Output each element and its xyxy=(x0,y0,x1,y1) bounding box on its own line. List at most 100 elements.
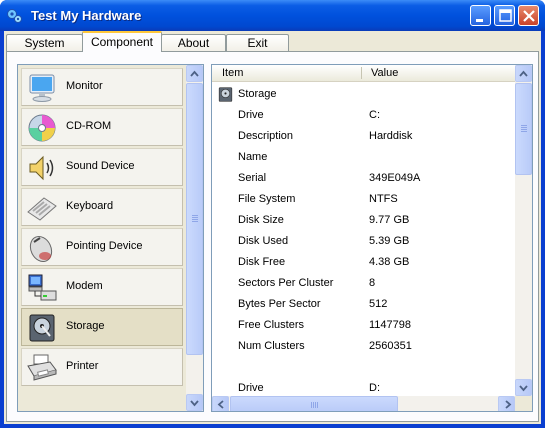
cdrom-icon xyxy=(28,114,56,142)
table-row[interactable] xyxy=(212,357,515,378)
app-gears-icon xyxy=(7,9,22,23)
category-label: Printer xyxy=(66,360,99,372)
window-title: Test My Hardware xyxy=(31,8,142,23)
value-cell: 5.39 GB xyxy=(369,235,410,247)
scroll-thumb[interactable] xyxy=(186,83,203,355)
maximize-icon xyxy=(499,9,512,22)
scroll-down-button[interactable] xyxy=(515,379,532,396)
horizontal-scroll-thumb[interactable] xyxy=(230,396,398,411)
table-row[interactable]: Drive C: xyxy=(212,105,515,126)
group-label: Storage xyxy=(238,88,277,100)
scroll-left-button[interactable] xyxy=(212,396,229,411)
table-row[interactable]: Num Clusters 2560351 xyxy=(212,336,515,357)
item-cell: Disk Size xyxy=(238,214,284,226)
category-item-printer[interactable]: Printer xyxy=(21,348,183,386)
column-header-item[interactable]: Item xyxy=(222,67,243,79)
title-bar[interactable]: Test My Hardware xyxy=(0,0,545,31)
item-cell: Free Clusters xyxy=(238,319,305,331)
chevron-right-icon xyxy=(505,400,512,409)
item-cell: Name xyxy=(238,151,268,163)
chevron-up-icon xyxy=(190,70,199,77)
tab-about[interactable]: About xyxy=(161,34,226,52)
value-cell: D: xyxy=(369,382,380,394)
category-label: Sound Device xyxy=(66,160,135,172)
tab-component[interactable]: Component xyxy=(82,31,162,52)
category-label: Keyboard xyxy=(66,200,114,212)
value-cell: 349E049A xyxy=(369,172,421,184)
chevron-left-icon xyxy=(217,400,224,409)
category-item-cd-rom[interactable]: CD-ROM xyxy=(21,108,183,146)
table-row[interactable]: Disk Used 5.39 GB xyxy=(212,231,515,252)
tab-exit[interactable]: Exit xyxy=(226,34,289,52)
value-cell: 9.77 GB xyxy=(369,214,410,226)
tab-label: System xyxy=(24,36,65,50)
item-cell: Sectors Per Cluster xyxy=(238,277,334,289)
modem-icon xyxy=(28,274,57,301)
tab-system[interactable]: System xyxy=(6,34,83,52)
item-cell: Serial xyxy=(238,172,267,184)
value-cell: 8 xyxy=(369,277,376,289)
tab-label: About xyxy=(177,36,210,50)
group-row[interactable]: Storage xyxy=(212,84,515,105)
keyboard-icon xyxy=(27,197,57,221)
tab-strip: System Component About Exit xyxy=(4,31,541,52)
close-button[interactable] xyxy=(518,5,539,26)
item-cell: Bytes Per Sector xyxy=(238,298,321,310)
listview-header: Item Value xyxy=(212,65,515,82)
table-row[interactable]: Name xyxy=(212,147,515,168)
item-cell: Drive xyxy=(238,382,264,394)
table-row[interactable]: Disk Size 9.77 GB xyxy=(212,210,515,231)
value-cell: C: xyxy=(369,109,380,121)
monitor-icon xyxy=(29,74,55,102)
scroll-up-button[interactable] xyxy=(515,65,532,82)
table-row[interactable]: Description Harddisk xyxy=(212,126,515,147)
value-cell: 2560351 xyxy=(369,340,412,352)
speaker-icon xyxy=(29,155,54,181)
category-item-modem[interactable]: Modem xyxy=(21,268,183,306)
item-cell: File System xyxy=(238,193,296,205)
chevron-down-icon xyxy=(519,385,528,392)
hard-disk-icon xyxy=(29,314,55,342)
scroll-up-button[interactable] xyxy=(186,65,203,82)
minimize-icon xyxy=(476,19,483,22)
item-cell: Drive xyxy=(238,109,264,121)
table-row[interactable]: Disk Free 4.38 GB xyxy=(212,252,515,273)
category-label: Storage xyxy=(66,320,105,332)
category-label: Monitor xyxy=(66,80,103,92)
category-item-sound-device[interactable]: Sound Device xyxy=(21,148,183,186)
table-row[interactable]: File System NTFS xyxy=(212,189,515,210)
printer-icon xyxy=(27,354,57,381)
category-item-storage[interactable]: Storage xyxy=(21,308,183,346)
tab-label: Exit xyxy=(247,36,268,50)
column-header-value[interactable]: Value xyxy=(371,67,398,79)
details-vertical-scrollbar[interactable] xyxy=(515,65,532,396)
chevron-down-icon xyxy=(190,400,199,407)
tab-label: Component xyxy=(90,35,154,49)
value-cell: NTFS xyxy=(369,193,398,205)
category-item-keyboard[interactable]: Keyboard xyxy=(21,188,183,226)
table-row[interactable]: Bytes Per Sector 512 xyxy=(212,294,515,315)
category-list: Monitor CD-ROM Sound Device Keyboard Poi… xyxy=(17,64,204,412)
item-cell: Description xyxy=(238,130,294,142)
category-item-monitor[interactable]: Monitor xyxy=(21,68,183,106)
table-row[interactable]: Free Clusters 1147798 xyxy=(212,315,515,336)
table-row[interactable]: Sectors Per Cluster 8 xyxy=(212,273,515,294)
scroll-thumb[interactable] xyxy=(515,83,532,175)
client-area: System Component About Exit Monitor CD-R… xyxy=(4,31,541,424)
table-row[interactable]: Serial 349E049A xyxy=(212,168,515,189)
column-divider[interactable] xyxy=(361,67,362,79)
app-window: Test My Hardware System Component About … xyxy=(0,0,545,428)
details-horizontal-scrollbar[interactable] xyxy=(212,396,515,411)
minimize-button[interactable] xyxy=(470,5,491,26)
scroll-down-button[interactable] xyxy=(186,394,203,411)
hard-disk-icon xyxy=(218,87,233,102)
scroll-right-button[interactable] xyxy=(498,396,515,411)
item-cell: Num Clusters xyxy=(238,340,305,352)
maximize-button[interactable] xyxy=(494,5,515,26)
category-item-pointing-device[interactable]: Pointing Device xyxy=(21,228,183,266)
scrollbar-corner xyxy=(515,396,532,411)
category-scrollbar[interactable] xyxy=(186,65,203,411)
chevron-up-icon xyxy=(519,70,528,77)
item-cell: Disk Free xyxy=(238,256,286,268)
value-cell: 512 xyxy=(369,298,388,310)
